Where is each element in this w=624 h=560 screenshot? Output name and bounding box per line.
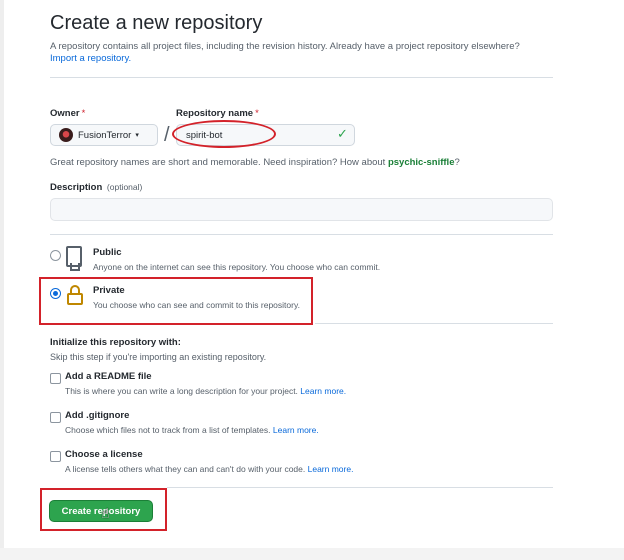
divider [50, 234, 553, 235]
public-description: Anyone on the internet can see this repo… [93, 262, 381, 272]
name-suggestion[interactable]: psychic-sniffle [388, 157, 455, 168]
license-checkbox[interactable] [50, 451, 61, 462]
owner-label: Owner * [50, 108, 86, 119]
annotation-box-private [39, 277, 313, 325]
gitignore-learn-more-link[interactable]: Learn more. [273, 425, 319, 435]
avatar [59, 128, 73, 142]
chevron-down-icon: ▾ [135, 132, 139, 139]
license-description: A license tells others what they can and… [65, 464, 354, 474]
description-label: Description (optional) [50, 182, 143, 193]
annotation-box-create [40, 488, 167, 531]
page-title: Create a new repository [50, 12, 263, 34]
readme-learn-more-link[interactable]: Learn more. [300, 386, 346, 396]
divider [50, 77, 553, 78]
description-input[interactable] [50, 198, 553, 221]
license-label: Choose a license [65, 449, 143, 460]
readme-checkbox[interactable] [50, 373, 61, 384]
gitignore-checkbox[interactable] [50, 412, 61, 423]
name-hint: Great repository names are short and mem… [50, 157, 460, 168]
check-icon: ✓ [337, 126, 348, 141]
annotation-circle [172, 120, 276, 148]
page-subtitle: A repository contains all project files,… [50, 41, 520, 52]
optional-tag: (optional) [106, 182, 143, 192]
import-repository-link[interactable]: Import a repository. [50, 53, 131, 64]
required-mark: * [81, 108, 86, 119]
divider [167, 487, 553, 488]
owner-repo-separator: / [164, 124, 170, 146]
readme-description: This is where you can write a long descr… [65, 386, 347, 396]
initialize-title: Initialize this repository with: [50, 337, 181, 348]
repository-name-label: Repository name * [176, 108, 259, 119]
owner-name: FusionTerror [78, 129, 132, 141]
gitignore-label: Add .gitignore [65, 410, 130, 421]
license-learn-more-link[interactable]: Learn more. [308, 464, 354, 474]
public-title: Public [93, 247, 122, 258]
page-left-border [0, 0, 4, 560]
divider [315, 323, 553, 324]
required-mark: * [255, 108, 259, 119]
initialize-description: Skip this step if you're importing an ex… [50, 352, 267, 362]
gitignore-description: Choose which files not to track from a l… [65, 425, 319, 435]
public-radio[interactable] [50, 250, 61, 261]
repo-icon [66, 246, 82, 271]
page-bottom-border [0, 548, 624, 560]
owner-dropdown[interactable]: FusionTerror ▾ [50, 124, 158, 146]
readme-label: Add a README file [65, 371, 152, 382]
